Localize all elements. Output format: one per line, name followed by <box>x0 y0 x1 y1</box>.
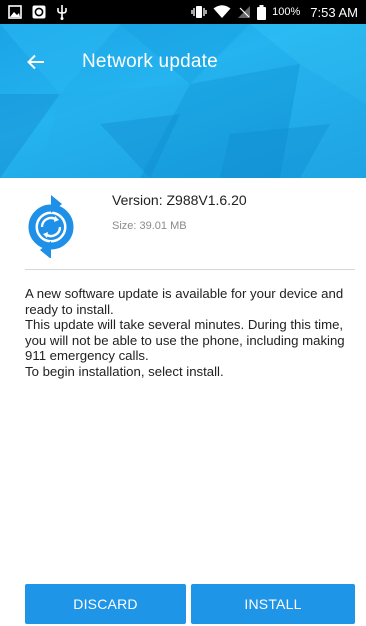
refresh-icon <box>28 195 74 258</box>
description-line: This update will take several minutes. D… <box>25 317 345 364</box>
description-line: To begin installation, select install. <box>25 363 224 379</box>
status-right-icons: 100% 7:53 AM <box>191 4 358 20</box>
description-line: A new software update is available for y… <box>25 286 344 317</box>
sync-icon <box>32 5 46 19</box>
wifi-icon <box>213 5 231 18</box>
app-bar: Network update <box>0 24 366 178</box>
back-button[interactable] <box>20 50 52 74</box>
status-bar: 100% 7:53 AM <box>0 0 366 24</box>
no-signal-icon <box>238 6 251 18</box>
battery-percent: 100% <box>272 6 301 18</box>
update-description: A new software update is available for y… <box>25 286 355 380</box>
update-info: Version: Z988V1.6.20 Size: 39.01 MB <box>0 178 366 270</box>
vibrate-icon <box>191 6 207 18</box>
usb-icon <box>57 5 67 20</box>
gallery-icon <box>8 5 22 19</box>
battery-icon <box>257 4 267 20</box>
size-label: Size: 39.01 MB <box>112 220 187 232</box>
header-background-pattern <box>0 24 366 178</box>
install-button[interactable]: INSTALL <box>191 584 355 624</box>
status-left-icons <box>8 4 68 20</box>
clock: 7:53 AM <box>310 4 358 20</box>
page-title: Network update <box>82 51 218 72</box>
version-label: Version: Z988V1.6.20 <box>112 192 247 208</box>
arrow-left-icon <box>27 54 44 70</box>
discard-button[interactable]: DISCARD <box>25 584 186 624</box>
divider <box>25 269 355 270</box>
